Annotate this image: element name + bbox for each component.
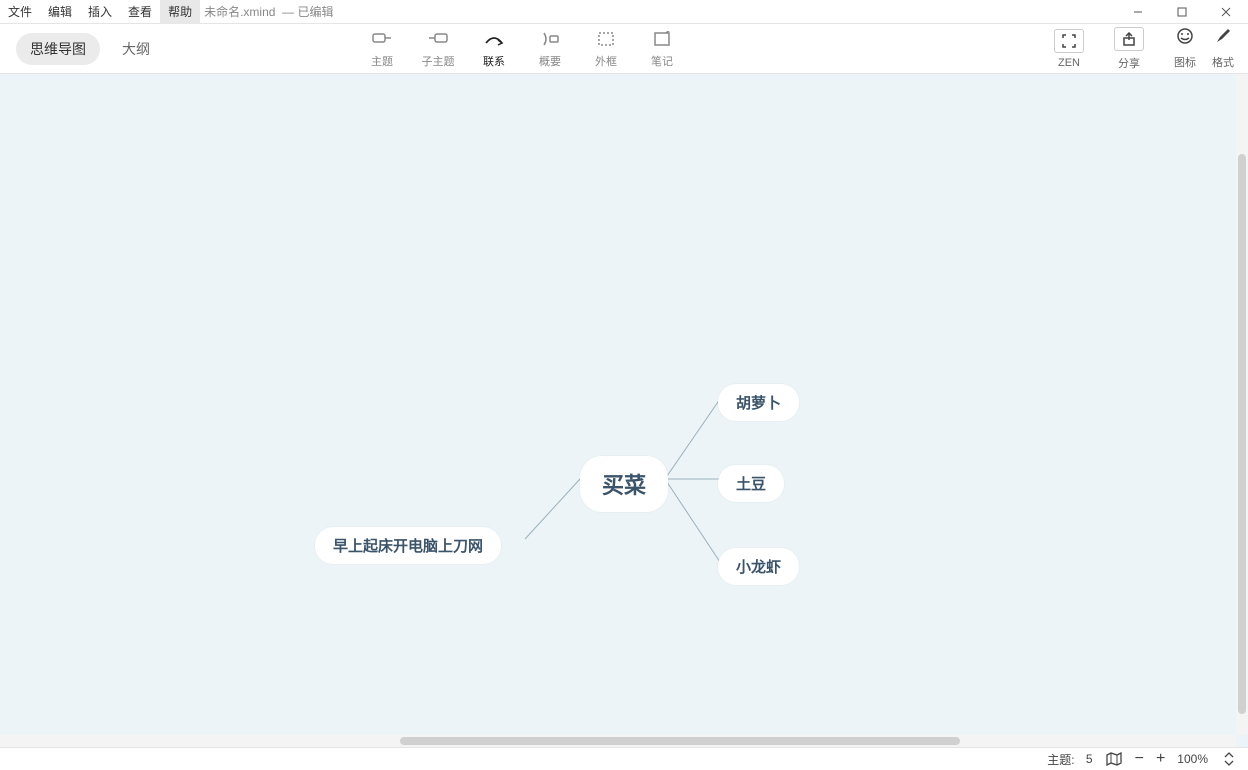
share-button[interactable]: 分享 (1114, 27, 1144, 71)
icon-library-button[interactable]: 图标 (1174, 27, 1196, 70)
status-bar: 主题: 5 − + 100% (0, 747, 1248, 770)
relation-button[interactable]: 联系 (466, 29, 522, 69)
menu-file[interactable]: 文件 (0, 0, 40, 24)
zen-icon (1054, 29, 1084, 53)
smiley-icon (1176, 27, 1194, 50)
summary-icon (540, 29, 560, 49)
topic-count: 主题: 5 (1047, 751, 1092, 768)
boundary-button[interactable]: 外框 (578, 29, 634, 69)
subtopic-icon (428, 29, 448, 49)
stepper-icon (1220, 750, 1238, 768)
menu-insert[interactable]: 插入 (80, 0, 120, 24)
subtopic-button[interactable]: 子主题 (410, 29, 466, 69)
maximize-button[interactable] (1160, 0, 1204, 24)
share-icon (1114, 27, 1144, 51)
note-icon (653, 29, 671, 49)
vertical-scrollbar[interactable] (1236, 74, 1248, 735)
menu-help[interactable]: 帮助 (160, 0, 200, 24)
zen-button[interactable]: ZEN (1054, 29, 1084, 69)
window-controls (1116, 0, 1248, 24)
brush-icon (1214, 27, 1232, 50)
zoom-stepper[interactable] (1220, 750, 1238, 768)
mindmap-canvas[interactable]: 早上起床开电脑上刀网 买菜 胡萝卜 土豆 小龙虾 (0, 74, 1248, 747)
zoom-level[interactable]: 100% (1177, 752, 1208, 766)
document-title: 未命名.xmind — 已编辑 (204, 3, 333, 20)
summary-button[interactable]: 概要 (522, 29, 578, 69)
relation-icon (484, 29, 504, 49)
minimize-button[interactable] (1116, 0, 1160, 24)
menu-view[interactable]: 查看 (120, 0, 160, 24)
zoom-in-button[interactable]: + (1156, 750, 1165, 768)
node-root-left[interactable]: 早上起床开电脑上刀网 (315, 527, 501, 564)
format-button[interactable]: 格式 (1212, 27, 1234, 70)
tab-mindmap[interactable]: 思维导图 (16, 33, 100, 65)
horizontal-scrollbar[interactable] (0, 735, 1236, 747)
node-child-2[interactable]: 土豆 (718, 465, 784, 502)
menu-bar: 文件 编辑 插入 查看 帮助 未命名.xmind — 已编辑 (0, 0, 1248, 24)
zoom-out-button[interactable]: − (1135, 750, 1144, 768)
node-child-1[interactable]: 胡萝卜 (718, 384, 799, 421)
map-icon (1105, 750, 1123, 768)
topic-icon (372, 29, 392, 49)
connector-lines (0, 74, 1248, 747)
close-button[interactable] (1204, 0, 1248, 24)
node-child-3[interactable]: 小龙虾 (718, 548, 799, 585)
boundary-icon (597, 29, 615, 49)
tab-outline[interactable]: 大纲 (108, 33, 164, 65)
node-central[interactable]: 买菜 (580, 456, 668, 512)
note-button[interactable]: 笔记 (634, 29, 690, 69)
topic-button[interactable]: 主题 (354, 29, 410, 69)
menu-edit[interactable]: 编辑 (40, 0, 80, 24)
map-overview-button[interactable] (1105, 750, 1123, 768)
toolbar: 思维导图 大纲 主题 子主题 联系 概要 (0, 24, 1248, 74)
